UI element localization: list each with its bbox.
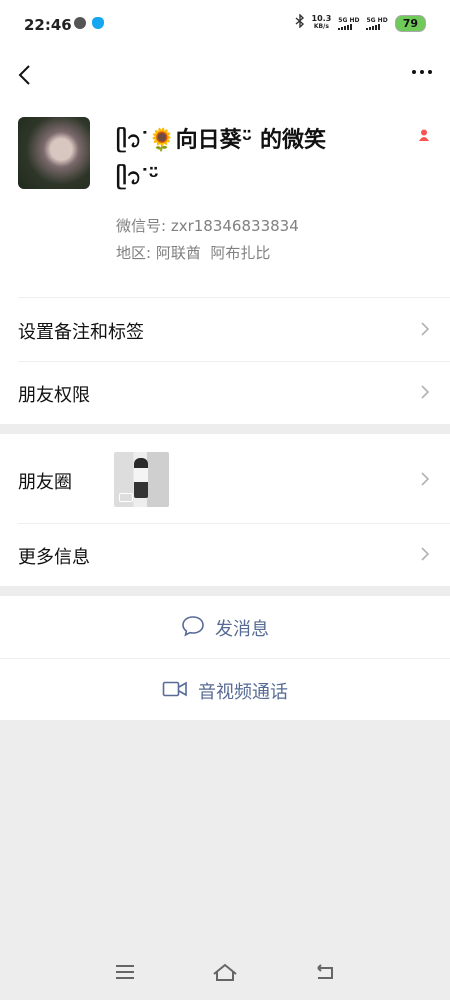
wechat-id: 微信号: zxr18346833834 bbox=[116, 215, 299, 236]
send-message-label: 发消息 bbox=[215, 619, 269, 640]
nickname-line2: ᥫ᭡ᐝᵕ̈ bbox=[116, 165, 159, 190]
av-call-button[interactable]: 音视频通话 bbox=[0, 658, 450, 720]
menu-item-remarks[interactable]: 设置备注和标签 bbox=[0, 297, 450, 361]
menu-item-more-info-label: 更多信息 bbox=[18, 547, 90, 568]
battery-level: 79 bbox=[394, 14, 426, 32]
top-bar bbox=[0, 50, 450, 100]
back-chevron-icon[interactable] bbox=[16, 62, 36, 88]
chevron-right-icon bbox=[420, 384, 430, 400]
wechat-id-value: zxr18346833834 bbox=[170, 217, 299, 235]
menu-item-moments[interactable]: 朋友圈 bbox=[0, 434, 450, 523]
signal-sim1: 5G HD bbox=[338, 17, 359, 30]
region-value: 阿联酋 阿布扎比 bbox=[155, 244, 271, 262]
region: 地区: 阿联酋 阿布扎比 bbox=[116, 242, 270, 263]
profile-card: ᥫ᭡ᐝ🌻向日葵ᵕ̈ 的微笑 ᥫ᭡ᐝᵕ̈ 微信号: zxr18346833834 … bbox=[0, 100, 450, 297]
net-speed-value: 10.3 bbox=[311, 14, 332, 23]
wechat-id-label: 微信号: bbox=[116, 217, 167, 235]
more-dots-icon[interactable] bbox=[412, 70, 432, 74]
back-icon[interactable] bbox=[313, 962, 337, 982]
qq-icon bbox=[92, 17, 104, 29]
net-speed: 10.3 KB/s bbox=[312, 15, 332, 31]
video-camera-icon bbox=[162, 680, 188, 702]
menu-item-permissions[interactable]: 朋友权限 bbox=[0, 361, 450, 424]
divider bbox=[0, 658, 450, 659]
system-nav-bar bbox=[0, 940, 450, 1000]
moments-thumbnail[interactable] bbox=[114, 452, 169, 507]
menu-icon[interactable] bbox=[113, 962, 137, 982]
av-call-label: 音视频通话 bbox=[198, 682, 288, 703]
chevron-right-icon bbox=[420, 471, 430, 487]
menu-item-remarks-label: 设置备注和标签 bbox=[18, 322, 144, 343]
bluetooth-icon bbox=[295, 13, 305, 32]
sim1-label: 5G HD bbox=[338, 16, 360, 24]
nickname-line1: ᥫ᭡ᐝ🌻向日葵ᵕ̈ 的微笑 bbox=[116, 128, 327, 153]
menu-item-more-info[interactable]: 更多信息 bbox=[0, 523, 450, 586]
home-icon[interactable] bbox=[212, 962, 237, 982]
divider bbox=[18, 523, 450, 524]
sim2-label: 5G HD bbox=[366, 16, 388, 24]
female-icon bbox=[418, 126, 430, 141]
net-speed-unit: KB/s bbox=[313, 23, 329, 30]
chat-bubble-icon bbox=[181, 615, 205, 641]
menu-item-moments-label: 朋友圈 bbox=[18, 472, 72, 493]
divider bbox=[18, 361, 450, 362]
signal-bars-icon bbox=[338, 23, 353, 30]
region-label: 地区: bbox=[116, 244, 152, 262]
menu-item-permissions-label: 朋友权限 bbox=[18, 385, 90, 406]
send-message-button[interactable]: 发消息 bbox=[0, 596, 450, 658]
wechat-icon bbox=[74, 17, 86, 29]
thumbnail-figure bbox=[134, 458, 148, 498]
signal-bars-icon bbox=[366, 23, 381, 30]
avatar[interactable] bbox=[18, 117, 90, 189]
status-time: 22:46 bbox=[24, 16, 72, 34]
signal-sim2: 5G HD bbox=[366, 16, 388, 30]
video-icon bbox=[119, 493, 133, 502]
chevron-right-icon bbox=[420, 321, 430, 337]
status-right: 10.3 KB/s 5G HD 5G HD 79 bbox=[295, 13, 426, 32]
status-bar: 22:46 10.3 KB/s 5G HD 5G HD 79 bbox=[0, 0, 450, 50]
divider bbox=[18, 297, 450, 298]
status-app-icons bbox=[74, 17, 104, 29]
chevron-right-icon bbox=[420, 546, 430, 562]
